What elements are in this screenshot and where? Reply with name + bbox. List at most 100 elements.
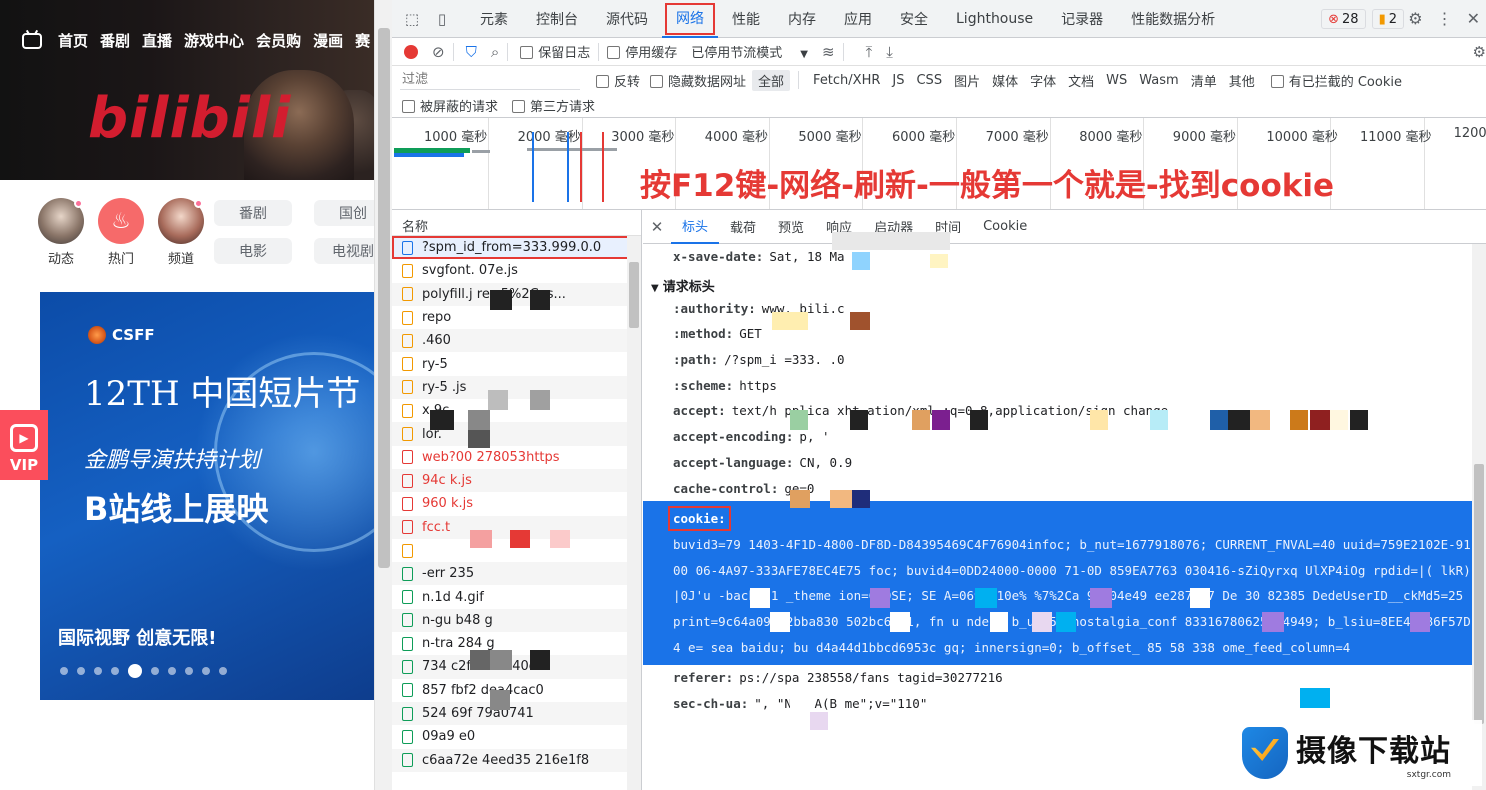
- tab-network[interactable]: 网络: [662, 0, 718, 38]
- filter-type[interactable]: 图片: [948, 70, 986, 91]
- request-row[interactable]: ry-5: [392, 352, 641, 375]
- request-row[interactable]: 524 69f 79a0741: [392, 701, 641, 726]
- filter-type[interactable]: 文档: [1062, 70, 1100, 91]
- filter-input[interactable]: [400, 70, 580, 90]
- carousel-dot[interactable]: [185, 667, 193, 675]
- request-row[interactable]: 734 c2ff 526a40d: [392, 655, 641, 679]
- request-row[interactable]: web?00 278053https: [392, 446, 641, 469]
- request-headers-section[interactable]: ▼ 请求标头: [643, 270, 1486, 296]
- request-row[interactable]: 857 fbf2 dea4cac0: [392, 679, 641, 702]
- tab-memory[interactable]: 内存: [774, 0, 830, 38]
- filter-type[interactable]: WS: [1100, 72, 1133, 89]
- filter-type[interactable]: 媒体: [986, 70, 1024, 91]
- filter-type[interactable]: Wasm: [1133, 72, 1184, 89]
- carousel-dot[interactable]: [202, 667, 210, 675]
- request-row[interactable]: 960 k.js: [392, 492, 641, 515]
- gear-icon[interactable]: ⚙: [1473, 43, 1486, 61]
- nav-item[interactable]: 首页: [58, 30, 88, 51]
- filter-type[interactable]: 字体: [1024, 70, 1062, 91]
- request-row[interactable]: polyfill.j res 5%2Ces...: [392, 282, 641, 306]
- gear-icon[interactable]: ⚙: [1408, 9, 1422, 28]
- close-icon[interactable]: ✕: [643, 218, 671, 236]
- checkbox-box[interactable]: [607, 46, 621, 59]
- export-har-icon[interactable]: ⤓: [886, 43, 893, 61]
- filter-all[interactable]: 全部: [752, 69, 791, 91]
- blocked-requests-checkbox[interactable]: 被屏蔽的请求: [402, 96, 498, 115]
- record-icon[interactable]: [404, 44, 418, 59]
- scrollbar-thumb[interactable]: [1474, 464, 1484, 724]
- request-row[interactable]: .460: [392, 329, 641, 353]
- hide-data-urls-checkbox[interactable]: 隐藏数据网址: [650, 71, 746, 90]
- cookie-value[interactable]: buvid3=79 1403-4F1D-4800-DF8D-D84395469C…: [673, 532, 1478, 661]
- column-header-name[interactable]: 名称: [392, 210, 641, 236]
- carousel-dot[interactable]: [60, 667, 68, 675]
- error-count-badge[interactable]: ⊗ 28: [1321, 9, 1366, 29]
- request-row[interactable]: ry-5 .js: [392, 375, 641, 400]
- network-overview-timeline[interactable]: 1000 毫秒 2000 毫秒 3000 毫秒 4000 毫秒 5000 毫秒 6000 …: [392, 118, 1486, 210]
- nav-item[interactable]: 番剧: [100, 30, 130, 51]
- request-row[interactable]: svgfont. 07e.js: [392, 259, 641, 282]
- import-har-icon[interactable]: ⤒: [866, 43, 873, 61]
- wifi-settings-icon[interactable]: ≋: [822, 43, 835, 61]
- carousel-dot[interactable]: [77, 667, 85, 675]
- checkbox-box[interactable]: [650, 74, 664, 88]
- chip-movie[interactable]: 电影: [214, 238, 292, 264]
- throttle-select[interactable]: 已停用节流模式 ▼: [691, 42, 808, 61]
- disable-cache-checkbox[interactable]: 停用缓存: [607, 42, 677, 61]
- carousel-dot[interactable]: [151, 667, 159, 675]
- scrollbar-thumb[interactable]: [629, 262, 639, 328]
- request-row[interactable]: n-gu b48 g: [392, 608, 641, 633]
- inspect-icon[interactable]: ⬚: [402, 9, 422, 29]
- checkbox-box[interactable]: [520, 46, 534, 59]
- cookie-header-row[interactable]: cookie: buvid3=79 1403-4F1D-4800-DF8D-D84…: [643, 501, 1486, 666]
- tab-performance-insights[interactable]: 性能数据分析: [1117, 0, 1229, 38]
- filter-type[interactable]: 清单: [1185, 70, 1223, 91]
- device-toolbar-icon[interactable]: ▯: [432, 9, 452, 29]
- tab-recorder[interactable]: 记录器: [1047, 0, 1117, 38]
- request-row[interactable]: repo: [392, 306, 641, 329]
- nav-item[interactable]: 赛: [355, 30, 370, 51]
- tv-icon[interactable]: [22, 32, 42, 49]
- vip-float-button[interactable]: ▶ VIP: [0, 410, 48, 480]
- tab-security[interactable]: 安全: [886, 0, 942, 38]
- request-row[interactable]: c6aa72e 4eed35 216e1f8: [392, 748, 641, 772]
- warning-count-badge[interactable]: ▮ 2: [1371, 9, 1404, 29]
- carousel-dot-active[interactable]: [128, 664, 142, 678]
- blocked-cookies-checkbox[interactable]: 有已拦截的 Cookie: [1270, 71, 1402, 90]
- quick-entry-dynamic[interactable]: 动态: [38, 198, 84, 267]
- carousel-banner[interactable]: CSFF 12TH 中国短片节 金鹏导演扶持计划 B站线上展映 国际视野 创意无…: [40, 292, 374, 700]
- checkbox-box[interactable]: [596, 74, 609, 88]
- request-row[interactable]: -err 235: [392, 562, 641, 586]
- request-row[interactable]: 09a9 e0: [392, 725, 641, 748]
- search-icon[interactable]: ⌕: [491, 43, 499, 61]
- tab-performance[interactable]: 性能: [718, 0, 774, 38]
- filter-type[interactable]: Fetch/XHR: [807, 72, 886, 89]
- nav-item[interactable]: 会员购: [256, 30, 301, 51]
- request-row[interactable]: 94c k.js: [392, 468, 641, 493]
- chip-guochuang[interactable]: 国创: [314, 200, 374, 226]
- scrollbar-thumb[interactable]: [378, 28, 390, 568]
- more-icon[interactable]: ⋮: [1437, 9, 1453, 28]
- filter-type[interactable]: JS: [886, 72, 910, 89]
- invert-checkbox[interactable]: 反转: [596, 71, 640, 90]
- filter-type[interactable]: CSS: [910, 72, 948, 89]
- request-row[interactable]: n-tra 284 g: [392, 632, 641, 655]
- tab-preview[interactable]: 预览: [767, 210, 815, 244]
- chip-tv[interactable]: 电视剧: [314, 238, 374, 264]
- tab-payload[interactable]: 载荷: [719, 210, 767, 244]
- tab-elements[interactable]: 元素: [466, 0, 522, 38]
- quick-entry-hot[interactable]: ♨ 热门: [98, 198, 144, 267]
- nav-item[interactable]: 游戏中心: [184, 30, 244, 51]
- carousel-dot[interactable]: [111, 667, 119, 675]
- request-row[interactable]: n.1d 4.gif: [392, 585, 641, 608]
- detail-scrollbar[interactable]: [1472, 244, 1486, 790]
- tab-application[interactable]: 应用: [830, 0, 886, 38]
- page-scrollbar[interactable]: [374, 0, 392, 790]
- quick-entry-channel[interactable]: 频道: [158, 198, 204, 267]
- tab-lighthouse[interactable]: Lighthouse: [942, 0, 1047, 38]
- preserve-log-checkbox[interactable]: 保留日志: [520, 42, 590, 61]
- carousel-dot[interactable]: [94, 667, 102, 675]
- request-row-selected[interactable]: ?spm_id_from=333.999.0.0: [392, 236, 641, 260]
- close-icon[interactable]: ✕: [1467, 9, 1480, 28]
- carousel-dot[interactable]: [219, 667, 227, 675]
